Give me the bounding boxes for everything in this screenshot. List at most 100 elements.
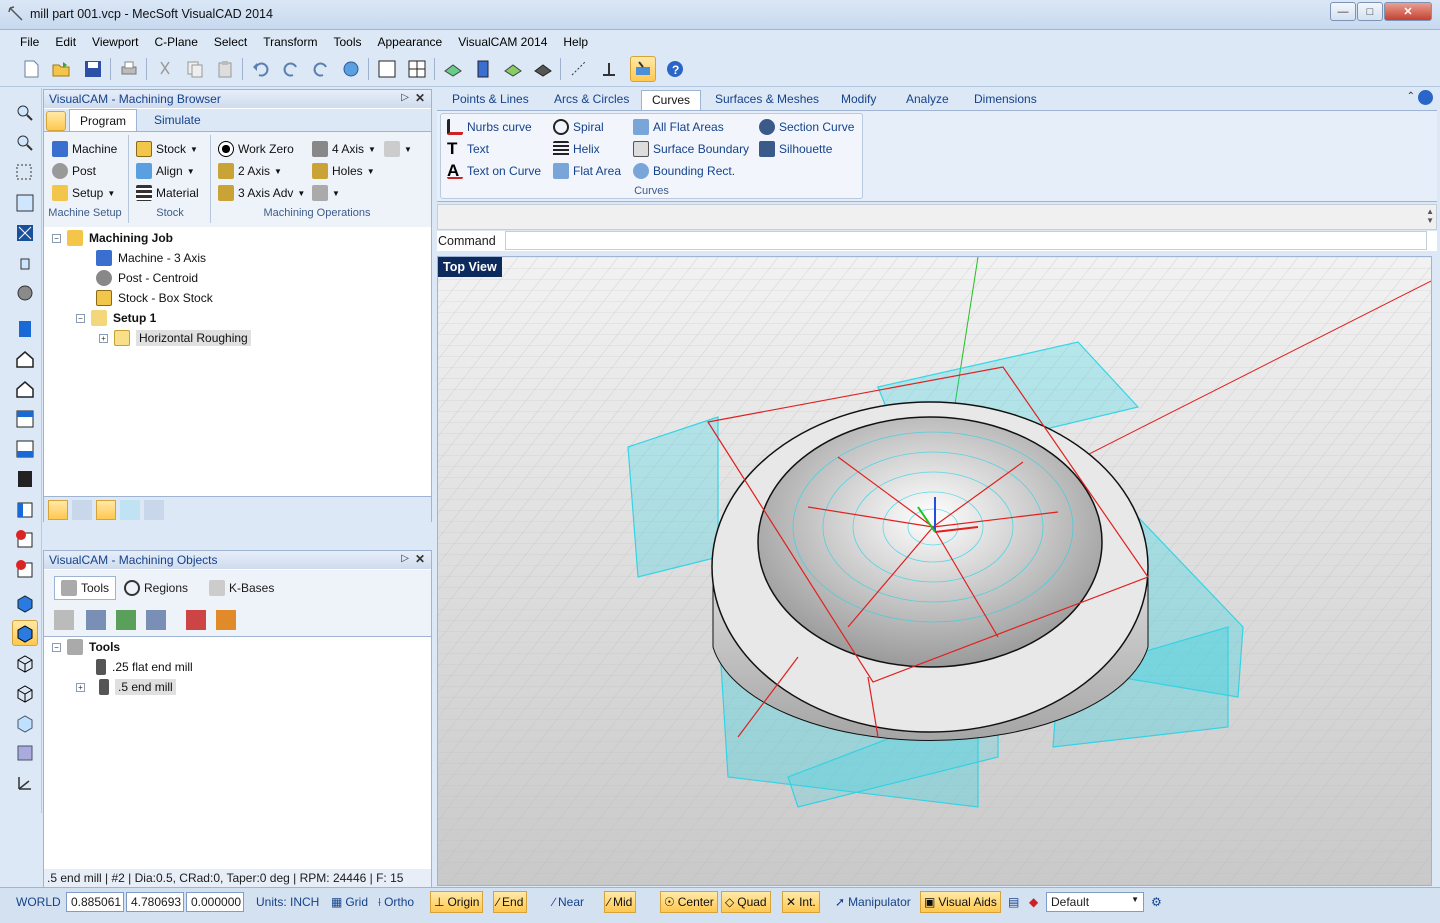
close-panel-icon[interactable]: ✕ [415, 91, 425, 105]
menu-help[interactable]: Help [555, 35, 596, 49]
nurbs-curve-button[interactable]: Nurbs curve [447, 117, 532, 137]
delete-tool-icon[interactable] [186, 610, 206, 630]
view-2-icon[interactable] [12, 556, 38, 582]
scroll-arrows-icon[interactable]: ▲ ▼ [1426, 207, 1434, 225]
text-on-curve-button[interactable]: A Text on Curve [447, 161, 541, 181]
snap-near[interactable]: ∕ Near [550, 891, 587, 913]
tab-program[interactable]: Program [69, 109, 138, 131]
tab-arcs-circles[interactable]: Arcs & Circles [544, 90, 639, 110]
cplane-icon[interactable] [596, 56, 622, 82]
machine-button[interactable]: Machine [52, 139, 117, 159]
view-1-icon[interactable] [12, 526, 38, 552]
3-axis-adv-button[interactable]: 3 Axis Adv ▼ [218, 183, 305, 203]
cut-icon[interactable] [152, 56, 178, 82]
single-viewport-icon[interactable] [374, 56, 400, 82]
zoom-extents-icon[interactable] [12, 220, 38, 246]
tool-settings-icon[interactable] [216, 610, 236, 630]
manipulator-toggle[interactable]: ➚ Manipulator [832, 891, 914, 913]
menu-select[interactable]: Select [206, 35, 255, 49]
snap-center[interactable]: ☉ Center [660, 891, 718, 913]
generate-icon[interactable] [48, 500, 68, 520]
paste-icon[interactable] [212, 56, 238, 82]
4-axis-button[interactable]: 4 Axis ▼ [312, 139, 376, 159]
axis-icon[interactable] [12, 770, 38, 796]
menu-tools[interactable]: Tools [325, 35, 369, 49]
close-panel-icon[interactable]: ✕ [415, 552, 425, 566]
pin-icon[interactable]: ▷ [401, 92, 409, 103]
align-button[interactable]: Align ▼ [136, 161, 195, 181]
tree-tool-2[interactable]: + .5 end mill [76, 679, 176, 695]
copy-icon[interactable] [182, 56, 208, 82]
material-button[interactable]: Material [136, 183, 199, 203]
toolpath-icon[interactable] [96, 500, 116, 520]
save-tool-icon[interactable] [86, 610, 106, 630]
tools-ops-button[interactable]: ▼ [312, 183, 340, 203]
zoom-in-icon[interactable] [12, 130, 38, 156]
layer-manager-button[interactable]: ▤ [1005, 891, 1022, 913]
silhouette-button[interactable]: Silhouette [759, 139, 832, 159]
all-flat-areas-button[interactable]: All Flat Areas [633, 117, 724, 137]
ortho-toggle[interactable]: ⟊ Ortho [375, 891, 417, 913]
coord-system-label[interactable]: WORLD [16, 895, 61, 909]
snap-end[interactable]: ∕ End [493, 891, 528, 913]
menu-appearance[interactable]: Appearance [369, 35, 450, 49]
tab-tools[interactable]: Tools [54, 576, 117, 600]
text-button[interactable]: T Text [447, 139, 489, 159]
post-button[interactable]: Post [52, 161, 96, 181]
tree-horizontal-roughing[interactable]: + Horizontal Roughing [99, 330, 251, 346]
front-view-icon[interactable] [12, 316, 38, 342]
holes-button[interactable]: Holes ▼ [312, 161, 375, 181]
shaded-edges-icon[interactable] [12, 620, 38, 646]
snap-int[interactable]: ✕ Int. [782, 891, 820, 913]
setup-button[interactable]: Setup ▼ [52, 183, 115, 203]
visualcam-icon[interactable] [630, 56, 656, 82]
layer-select[interactable]: Default ▼ [1046, 892, 1144, 912]
tab-modify[interactable]: Modify [831, 90, 886, 110]
helix-button[interactable]: Helix [553, 139, 600, 159]
close-button[interactable]: ✕ [1384, 2, 1432, 21]
tab-regions[interactable]: Regions [124, 580, 188, 596]
pan-icon[interactable] [12, 250, 38, 276]
tab-analyze[interactable]: Analyze [896, 90, 959, 110]
iso-view-icon[interactable] [12, 376, 38, 402]
library-tool-icon[interactable] [146, 610, 166, 630]
tree-post[interactable]: Post - Centroid [96, 270, 198, 286]
menu-viewport[interactable]: Viewport [84, 35, 146, 49]
2-axis-button[interactable]: 2 Axis ▼ [218, 161, 282, 181]
viewport[interactable]: Top View [437, 256, 1432, 886]
restore-button[interactable]: □ [1357, 2, 1383, 21]
back-view-icon[interactable] [12, 466, 38, 492]
ghost-box-icon[interactable] [12, 710, 38, 736]
wireframe-icon[interactable] [530, 56, 556, 82]
stock-button[interactable]: Stock ▼ [136, 139, 198, 159]
menu-edit[interactable]: Edit [47, 35, 84, 49]
spiral-button[interactable]: Spiral [553, 117, 604, 137]
zoom-icon[interactable] [12, 100, 38, 126]
save-icon[interactable] [80, 56, 106, 82]
tree-machine[interactable]: Machine - 3 Axis [96, 250, 206, 266]
minimize-button[interactable]: — [1330, 2, 1356, 21]
tree-tools-root[interactable]: − Tools [52, 639, 120, 655]
tree-machining-job[interactable]: − Machining Job [52, 230, 173, 246]
tree-stock[interactable]: Stock - Box Stock [96, 290, 213, 306]
menu-transform[interactable]: Transform [255, 35, 325, 49]
top-view-icon[interactable] [12, 406, 38, 432]
section-curve-button[interactable]: Section Curve [759, 117, 854, 137]
bottom-view-icon[interactable] [12, 436, 38, 462]
home-view-icon[interactable] [12, 346, 38, 372]
snap-quad[interactable]: ◇ Quad [721, 891, 771, 913]
visualcam-menu-icon[interactable] [46, 111, 66, 131]
flat-area-button[interactable]: Flat Area [553, 161, 621, 181]
bounding-rect-button[interactable]: Bounding Rect. [633, 161, 735, 181]
menu-cplane[interactable]: C-Plane [147, 35, 206, 49]
stock-display-icon[interactable] [120, 500, 140, 520]
repeat-icon[interactable] [308, 56, 334, 82]
open-folder-icon[interactable] [48, 56, 74, 82]
rotate-view-icon[interactable] [12, 280, 38, 306]
create-tool-icon[interactable] [54, 610, 74, 630]
collapse-ribbon-icon[interactable]: ⌃ [1407, 91, 1415, 102]
menu-file[interactable]: File [12, 35, 47, 49]
tab-kbases[interactable]: K-Bases [209, 580, 274, 596]
simulate-icon[interactable] [72, 500, 92, 520]
tab-curves[interactable]: Curves [641, 90, 702, 110]
